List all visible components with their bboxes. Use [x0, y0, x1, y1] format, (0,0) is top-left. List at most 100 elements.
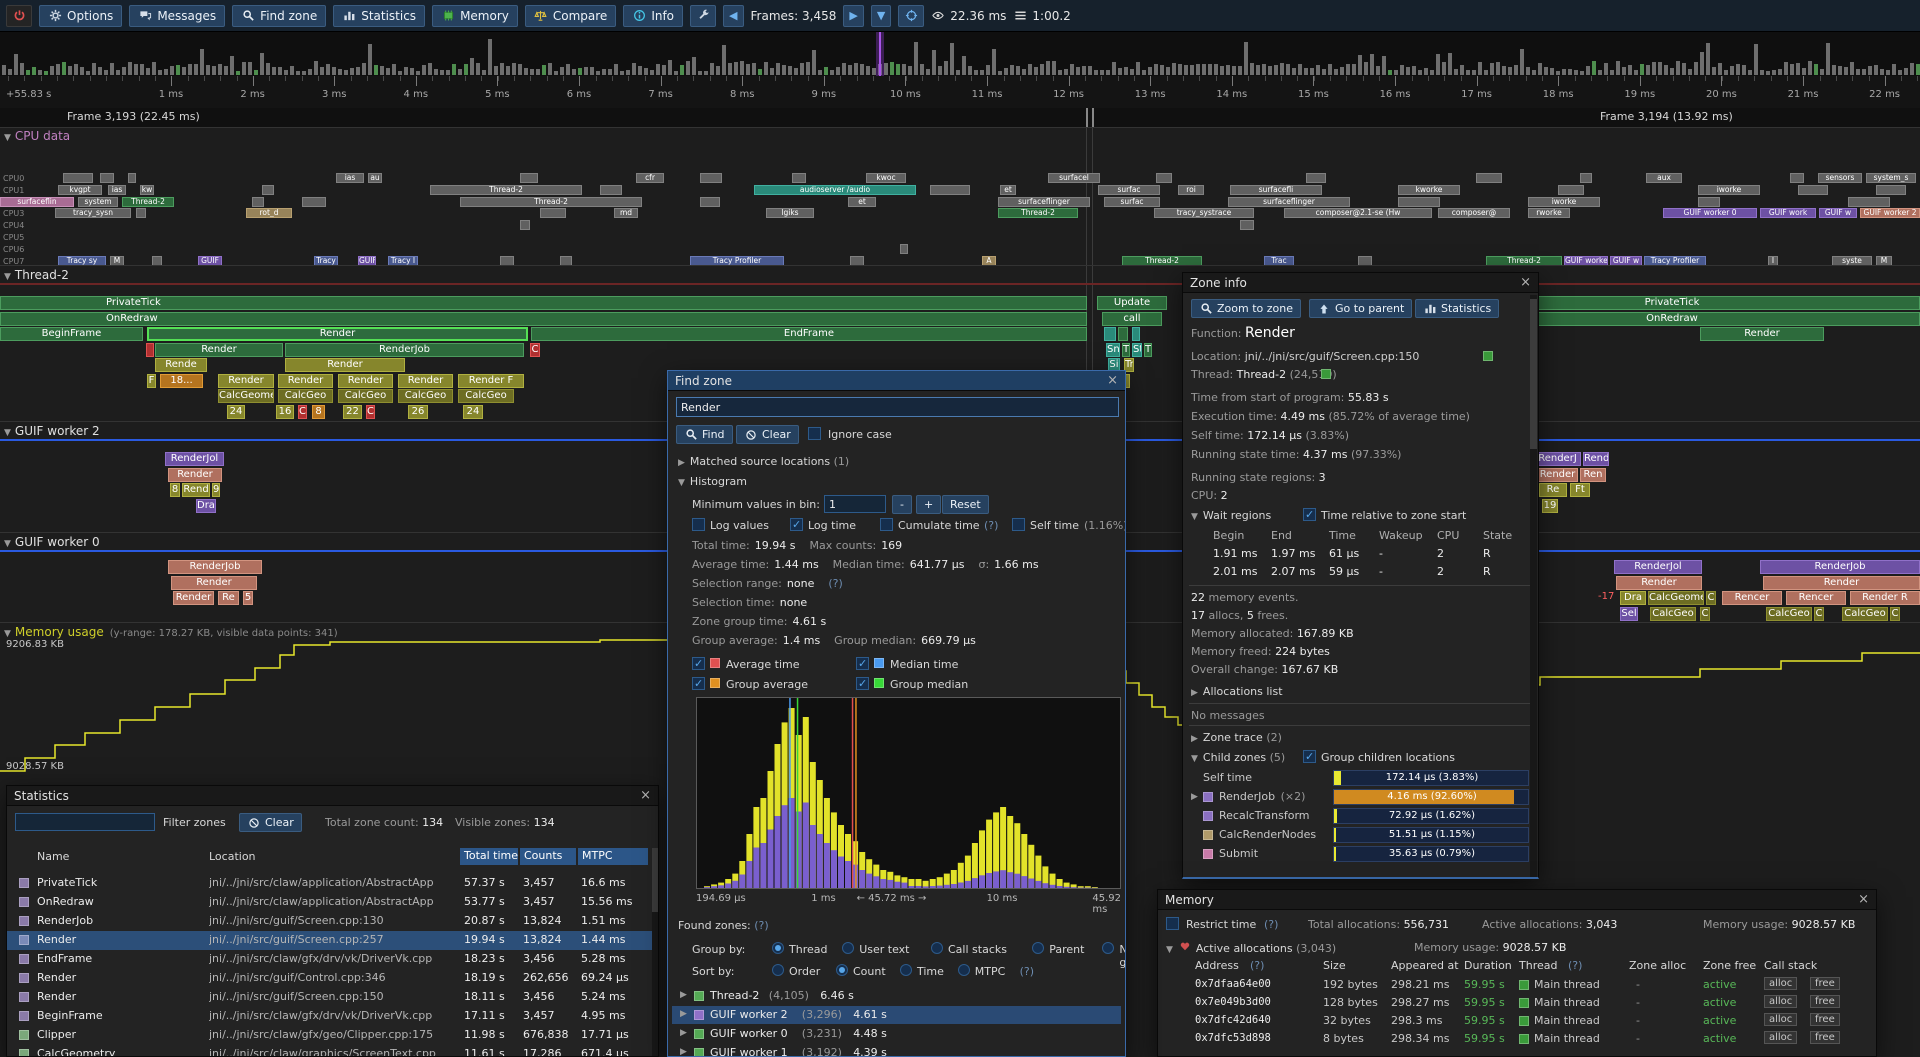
- timeline-zone-system-s[interactable]: system_s: [1866, 173, 1916, 183]
- cumulate-time-checkbox[interactable]: [880, 518, 893, 531]
- child-zone-row[interactable]: ▶RenderJob (×2)4.16 ms (92.60%): [1183, 789, 1539, 807]
- timeline-zone-renderjob[interactable]: RenderJob: [285, 343, 524, 357]
- statistics-button-small[interactable]: Statistics: [1415, 299, 1499, 318]
- timeline-zone-draw[interactable]: Draw: [196, 499, 216, 513]
- timeline-zone-et[interactable]: et: [848, 197, 876, 207]
- close-icon[interactable]: ×: [1107, 374, 1118, 387]
- timeline-zone[interactable]: [700, 197, 720, 207]
- messages-button[interactable]: Messages: [129, 5, 225, 27]
- prev-frame-button[interactable]: ◀: [723, 5, 743, 27]
- timeline-zone-render[interactable]: Render: [1537, 468, 1578, 482]
- timeline-zone[interactable]: [1476, 173, 1502, 183]
- thread-header-thread-2[interactable]: ▼Thread-2: [4, 268, 69, 282]
- timeline-zone-rot-d[interactable]: rot_d: [246, 208, 292, 218]
- reset-button[interactable]: Reset: [942, 495, 989, 514]
- memory-table-row[interactable]: 0x7dfc53d8988 bytes298.34 ms59.95 sMain …: [1158, 1031, 1877, 1048]
- timeline-zone-calcgeo[interactable]: CalcGeo: [1766, 607, 1812, 621]
- memory-table-row[interactable]: 0x7dfaa64e00192 bytes298.21 ms59.95 sMai…: [1158, 977, 1877, 994]
- collapse-icon[interactable]: ▼: [1191, 512, 1198, 522]
- timeline-zone-calcgeo[interactable]: CalcGeo: [1842, 607, 1888, 621]
- statistics-table-row[interactable]: Renderjni/../jni/src/guif/Screen.cpp:257…: [7, 931, 652, 950]
- timeline-zone-render-f[interactable]: Render F: [458, 374, 524, 388]
- wait-column-header[interactable]: CPU: [1437, 529, 1459, 542]
- timeline-zone-render[interactable]: Render: [278, 374, 333, 388]
- child-zone-row[interactable]: CalcRenderNodes51.51 µs (1.15%): [1183, 827, 1539, 845]
- timeline-zone-lgiks[interactable]: lgiks: [766, 208, 814, 218]
- timeline-zone-roi[interactable]: roi: [1178, 185, 1204, 195]
- timeline-zone[interactable]: [540, 208, 566, 218]
- timeline-zone-au[interactable]: au: [368, 173, 382, 183]
- scrollbar-thumb[interactable]: [652, 848, 658, 912]
- timeline-zone-render[interactable]: Render: [1616, 576, 1702, 590]
- timeline-zone-composer-[interactable]: composer@: [1438, 208, 1510, 218]
- statistics-table-row[interactable]: Renderjni/../jni/src/guif/Control.cpp:34…: [7, 969, 652, 988]
- timeline-zone-sensors[interactable]: sensors: [1818, 173, 1862, 183]
- timeline-zone[interactable]: [1798, 185, 1828, 195]
- tools-button[interactable]: [690, 5, 716, 27]
- column-header-location[interactable]: Location: [209, 850, 256, 863]
- timeline-zone-9[interactable]: 9: [212, 483, 220, 497]
- timeline-zone-et[interactable]: et: [1000, 185, 1016, 195]
- find-zone-button[interactable]: Find zone: [232, 5, 326, 27]
- series-checkbox-0[interactable]: [692, 657, 705, 670]
- timeline-zone[interactable]: [1698, 197, 1720, 207]
- statistics-table-row[interactable]: RenderJobjni/../jni/src/guif/Screen.cpp:…: [7, 912, 652, 931]
- series-checkbox-3[interactable]: [856, 677, 869, 690]
- filter-zones-input[interactable]: [15, 813, 155, 831]
- memory-column-header[interactable]: Call stack: [1764, 959, 1817, 972]
- expand-icon[interactable]: ▶: [680, 990, 687, 1000]
- timeline-zone-ren[interactable]: Ren: [1580, 468, 1606, 482]
- timeline-zone-render-r[interactable]: Render R: [1850, 591, 1920, 605]
- group-by-option-user-text[interactable]: [842, 942, 854, 954]
- memory-table-row[interactable]: 0x7e049b3d00128 bytes298.27 ms59.95 sMai…: [1158, 995, 1877, 1012]
- timeline-zone[interactable]: [1876, 185, 1906, 195]
- timeline-zone-endframe[interactable]: EndFrame: [531, 327, 1087, 341]
- thread-header-guif-worker-2[interactable]: ▼GUIF worker 2: [4, 424, 100, 438]
- timeline-zone-rworke[interactable]: rworke: [1528, 208, 1570, 218]
- timeline-zone-8[interactable]: 8: [312, 405, 325, 419]
- timeline-zone[interactable]: [1240, 220, 1254, 230]
- expand-icon[interactable]: ▶: [680, 1028, 687, 1038]
- timeline-zone-thread-2[interactable]: Thread-2: [430, 185, 582, 195]
- timeline-zone-18-[interactable]: 18...: [160, 374, 203, 388]
- timeline-zone[interactable]: [1306, 173, 1326, 183]
- timeline-zone-surfac[interactable]: surfac: [1098, 185, 1160, 195]
- statistics-table-row[interactable]: BeginFramejni/../jni/src/claw/gfx/drv/vk…: [7, 1007, 652, 1026]
- scrollbar-thumb[interactable]: [1530, 299, 1537, 449]
- timeline-zone-c[interactable]: C: [530, 343, 540, 357]
- clear-filter-button[interactable]: Clear: [239, 813, 302, 832]
- timeline-zone[interactable]: [1848, 197, 1890, 207]
- memory-column-header[interactable]: Zone alloc: [1629, 959, 1686, 972]
- found-zone-group-row[interactable]: ▶GUIF worker 1 (3,192)4.39 s: [672, 1044, 1121, 1057]
- timeline-zone-c[interactable]: C: [1814, 607, 1824, 621]
- timeline-zone[interactable]: [1156, 173, 1172, 183]
- memory-column-header[interactable]: Appeared at: [1391, 959, 1459, 972]
- timeline-zone[interactable]: [136, 208, 146, 218]
- timeline-zone-render[interactable]: Render: [171, 576, 257, 590]
- next-frame-button[interactable]: ▶: [843, 5, 863, 27]
- statistics-table-row[interactable]: CalcGeometryjni/../jni/src/claw/graphics…: [7, 1045, 652, 1057]
- timeline-zone-surfaceflin[interactable]: surfaceflin: [0, 197, 74, 207]
- find-button[interactable]: Find: [676, 425, 733, 444]
- memory-column-header[interactable]: Address: [1195, 959, 1239, 972]
- timeline-zone-calcgeo[interactable]: CalcGeo: [458, 389, 514, 403]
- timeline-zone-kw[interactable]: kw: [140, 185, 154, 195]
- timeline-zone-update[interactable]: Update: [1097, 296, 1167, 310]
- timeline-zone[interactable]: [1398, 197, 1440, 207]
- timeline-zone[interactable]: [700, 173, 722, 183]
- group-by-option-thread[interactable]: [772, 942, 784, 954]
- timeline-zone-rend[interactable]: Rend: [182, 483, 210, 497]
- statistics-table-row[interactable]: Clipperjni/../jni/src/claw/gfx/geo/Clipp…: [7, 1026, 652, 1045]
- timeline-zone-c[interactable]: C: [1706, 591, 1716, 605]
- timeline-zone-calcgeo[interactable]: CalcGeo: [1650, 607, 1696, 621]
- timeline-zone-render[interactable]: Render: [398, 374, 453, 388]
- timeline-zone-renderjob[interactable]: RenderJob: [168, 560, 262, 574]
- wait-column-header[interactable]: Time: [1329, 529, 1356, 542]
- wait-column-header[interactable]: Begin: [1213, 529, 1244, 542]
- wait-region-row[interactable]: 2.01 ms2.07 ms59 µs-2R: [1183, 565, 1539, 581]
- timeline-zone[interactable]: [930, 185, 970, 195]
- expand-icon[interactable]: ▶: [678, 458, 685, 468]
- timeline-zone-rend[interactable]: Rend: [1583, 452, 1609, 466]
- timeline-zone-surfaceflinger[interactable]: surfaceflinger: [998, 197, 1090, 207]
- memory-column-header[interactable]: Size: [1323, 959, 1346, 972]
